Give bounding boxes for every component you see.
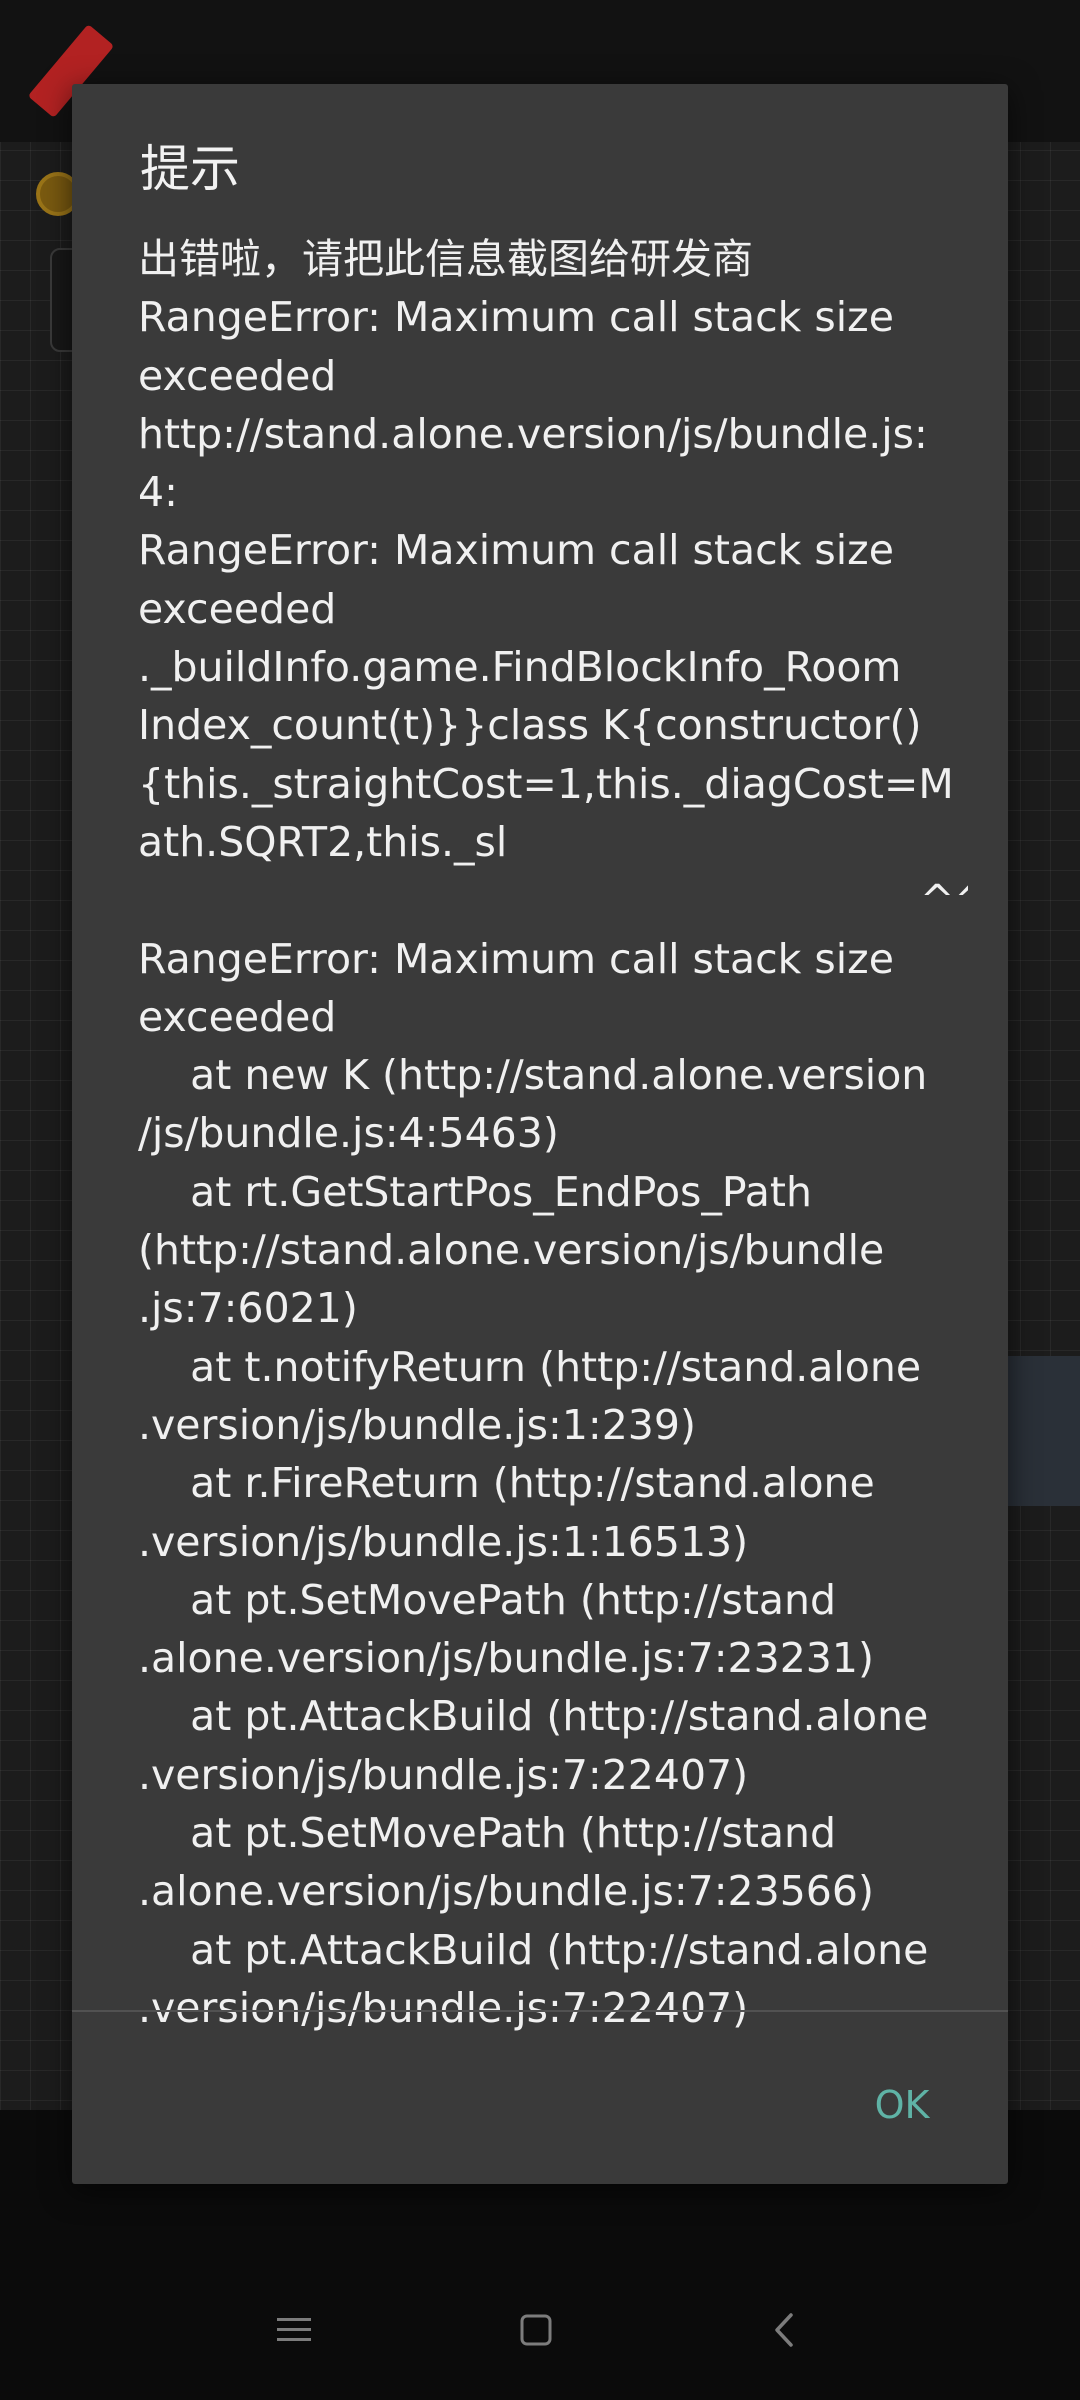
dialog-divider bbox=[72, 2010, 1008, 2012]
message-line: .version/js/bundle.js:7:22407) bbox=[138, 1750, 749, 1799]
message-line: .js:7:6021) bbox=[138, 1284, 358, 1333]
message-line: exceeded bbox=[138, 992, 337, 1041]
message-line: ._buildInfo.game.FindBlockInfo_Room bbox=[138, 643, 902, 692]
message-line: at new K (http://stand.alone.version bbox=[138, 1051, 928, 1100]
message-line: exceeded bbox=[138, 351, 337, 400]
message-line: .alone.version/js/bundle.js:7:23231) bbox=[138, 1634, 874, 1683]
message-line: RangeError: Maximum call stack size bbox=[138, 293, 894, 342]
message-line: at r.FireReturn (http://stand.alone bbox=[138, 1459, 875, 1508]
message-line: .version/js/bundle.js:7:22407) bbox=[138, 1983, 749, 2032]
message-line: http://stand.alone.version/js/bundle.js: bbox=[138, 409, 928, 458]
message-line: .version/js/bundle.js:1:239) bbox=[138, 1400, 696, 1449]
game-side-strip bbox=[1008, 1356, 1080, 1506]
message-line: RangeError: Maximum call stack size bbox=[138, 934, 894, 983]
message-line: at pt.SetMovePath (http://stand bbox=[138, 1575, 837, 1624]
message-line: at pt.AttackBuild (http://stand.alone bbox=[138, 1692, 929, 1741]
error-dialog: 提示 出错啦，请把此信息截图给研发商 RangeError: Maximum c… bbox=[72, 84, 1008, 2184]
message-line: ath.SQRT2,this._sl bbox=[138, 817, 508, 866]
message-line: at pt.SetMovePath (http://stand bbox=[138, 1809, 837, 1858]
message-line: at t.notifyReturn (http://stand.alone bbox=[138, 1342, 922, 1391]
message-line: at pt.AttackBuild (http://stand.alone bbox=[138, 1925, 929, 1974]
dialog-title: 提示 bbox=[140, 140, 240, 198]
message-line: (http://stand.alone.version/js/bundle bbox=[138, 1226, 885, 1275]
message-line: /js/bundle.js:4:5463) bbox=[138, 1109, 559, 1158]
message-line: 出错啦，请把此信息截图给研发商 bbox=[138, 235, 753, 283]
screen: 提示 出错啦，请把此信息截图给研发商 RangeError: Maximum c… bbox=[0, 0, 1080, 2400]
ok-button[interactable]: OK bbox=[832, 2060, 972, 2150]
message-line: ^^ bbox=[138, 876, 968, 925]
message-line: at rt.GetStartPos_EndPos_Path bbox=[138, 1167, 812, 1216]
message-line: exceeded bbox=[138, 584, 337, 633]
dialog-message[interactable]: 出错啦，请把此信息截图给研发商 RangeError: Maximum call… bbox=[138, 230, 968, 2092]
message-line: Index_count(t)}}class K{constructor() bbox=[138, 701, 922, 750]
message-line: RangeError: Maximum call stack size bbox=[138, 526, 894, 575]
menu-icon[interactable] bbox=[254, 2300, 334, 2360]
home-icon[interactable] bbox=[496, 2300, 576, 2360]
message-line: {this._straightCost=1,this._diagCost=M bbox=[138, 759, 954, 808]
message-line: .version/js/bundle.js:1:16513) bbox=[138, 1517, 749, 1566]
message-line: 4: bbox=[138, 468, 178, 517]
message-line: .alone.version/js/bundle.js:7:23566) bbox=[138, 1867, 874, 1916]
back-icon[interactable] bbox=[744, 2300, 824, 2360]
